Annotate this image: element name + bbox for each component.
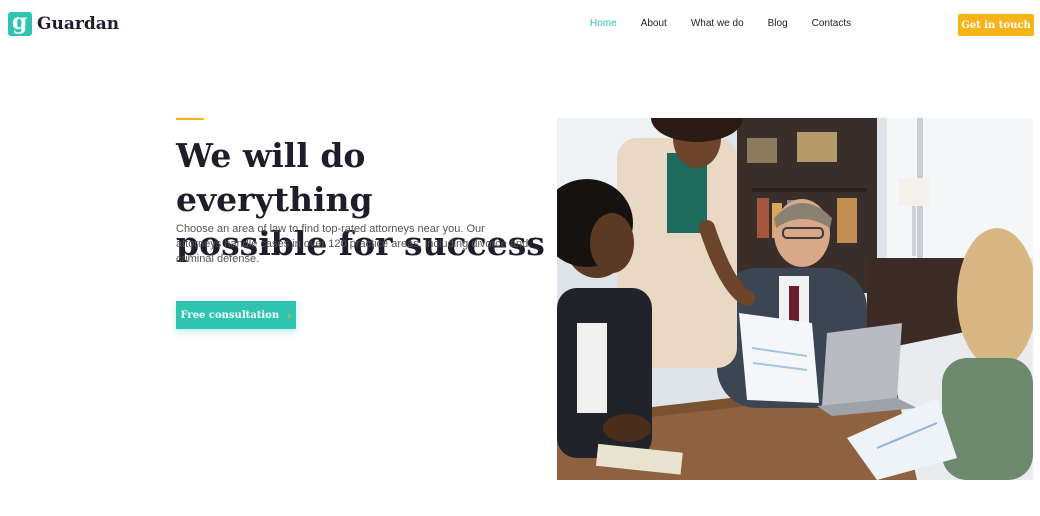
free-consultation-button[interactable]: Free consultation ›	[176, 301, 296, 329]
accent-divider	[176, 118, 204, 120]
nav-item-contacts[interactable]: Contacts	[812, 18, 851, 29]
brand-logo[interactable]: g Guardan	[8, 9, 120, 36]
hero-title-line-1: We will do everything	[176, 136, 373, 219]
hero-photo	[557, 118, 1033, 480]
main-nav: Home About What we do Blog Contacts	[590, 18, 875, 29]
chevron-right-icon: ›	[287, 308, 292, 322]
free-consultation-label: Free consultation	[180, 309, 280, 321]
get-in-touch-button[interactable]: Get in touch	[958, 14, 1034, 36]
nav-item-home[interactable]: Home	[590, 18, 617, 29]
hero-description: Choose an area of law to find top-rated …	[176, 223, 529, 265]
nav-item-blog[interactable]: Blog	[768, 18, 788, 29]
brand-name: Guardan	[37, 14, 120, 34]
nav-item-what-we-do[interactable]: What we do	[691, 18, 744, 29]
office-meeting-illustration	[557, 118, 1033, 480]
logo-icon-letter: g	[12, 9, 28, 35]
logo-g-icon: g	[8, 9, 32, 36]
nav-item-about[interactable]: About	[641, 18, 667, 29]
